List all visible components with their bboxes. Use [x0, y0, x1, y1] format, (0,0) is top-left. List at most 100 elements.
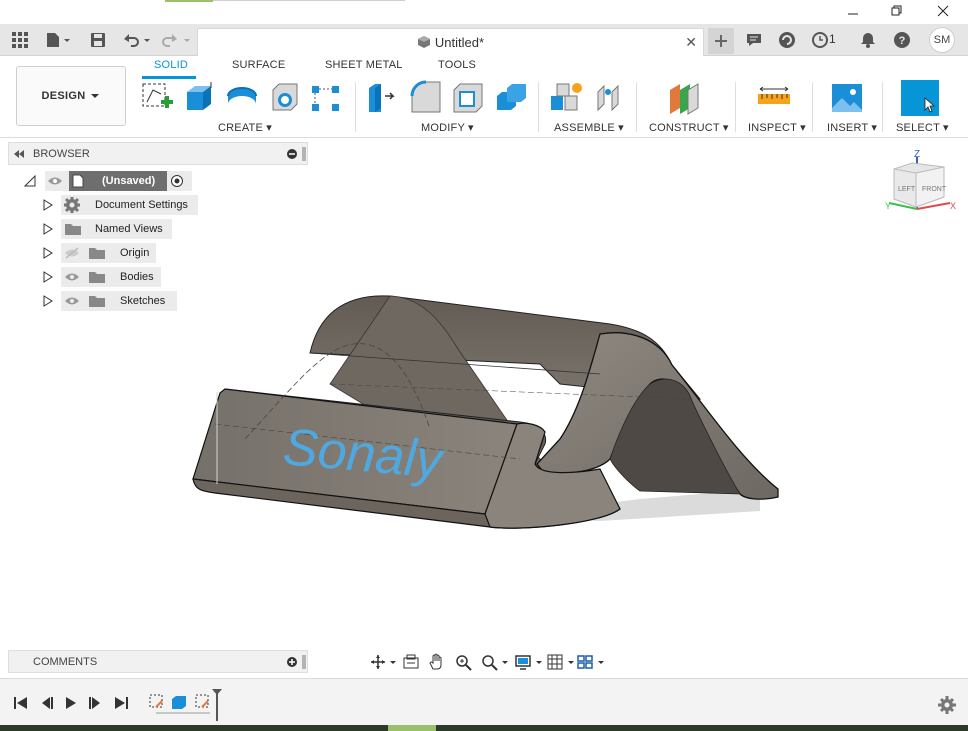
collapse-panel-icon[interactable]	[13, 149, 25, 159]
fit-zoom-icon[interactable]	[480, 653, 510, 671]
select-menu[interactable]: SELECT ▾	[896, 121, 949, 134]
collapse-triangle-icon[interactable]	[24, 175, 36, 187]
grid-settings-icon[interactable]	[546, 653, 576, 671]
display-settings-icon[interactable]	[514, 653, 544, 671]
sketch-feature-icon[interactable]	[149, 694, 163, 708]
browser-item-document-settings[interactable]: Document Settings	[40, 195, 200, 215]
minimize-panel-icon[interactable]	[286, 148, 298, 160]
job-status-icon[interactable]	[810, 30, 830, 50]
fillet-icon[interactable]	[408, 80, 444, 116]
expand-triangle-icon[interactable]	[42, 247, 54, 259]
tab-sheet-metal[interactable]: SHEET METAL	[325, 59, 403, 71]
sketch-feature-icon-2[interactable]	[195, 694, 209, 708]
extrude-icon[interactable]	[181, 80, 217, 116]
insert-menu[interactable]: INSERT ▾	[827, 121, 877, 134]
orbit-icon[interactable]	[368, 653, 398, 671]
document-title-text: Untitled*	[434, 35, 485, 50]
folder-icon	[89, 272, 105, 283]
hole-icon[interactable]	[267, 80, 303, 116]
extensions-icon[interactable]	[777, 30, 797, 50]
document-tab[interactable]: Untitled* ✕	[197, 28, 704, 56]
browser-item-sketches[interactable]: Sketches	[40, 291, 200, 311]
restore-icon[interactable]	[886, 2, 908, 20]
insert-menu-label: INSERT	[827, 122, 869, 134]
assemble-menu[interactable]: ASSEMBLE ▾	[554, 121, 624, 134]
joint-icon[interactable]	[592, 80, 628, 116]
play-icon[interactable]	[63, 696, 79, 710]
new-tab-button[interactable]	[708, 28, 734, 54]
data-panel-grid-icon[interactable]	[10, 30, 30, 50]
panel-resize-handle-icon[interactable]	[301, 655, 307, 669]
folder-icon	[89, 296, 105, 307]
notifications-bell-icon[interactable]	[858, 30, 878, 50]
expand-triangle-icon[interactable]	[42, 199, 54, 211]
workspace-label: DESIGN	[41, 90, 86, 102]
add-comment-icon[interactable]	[286, 656, 298, 668]
create-menu[interactable]: CREATE ▾	[218, 121, 272, 134]
insert-image-icon[interactable]	[830, 80, 866, 116]
user-initials: SM	[933, 34, 951, 46]
browser-item-origin[interactable]: Origin	[40, 243, 200, 263]
application-bar: Untitled* ✕ 1 ? SM	[0, 24, 968, 56]
minimize-icon[interactable]	[842, 2, 864, 20]
activate-radio-icon[interactable]	[170, 174, 184, 188]
timeline-settings-gear-icon[interactable]	[938, 696, 956, 714]
job-count: 1	[829, 32, 836, 46]
workspace-switcher-button[interactable]: DESIGN	[16, 66, 126, 126]
separator	[882, 82, 883, 132]
inspect-menu[interactable]: INSPECT ▾	[748, 121, 806, 134]
hidden-eye-icon[interactable]	[64, 247, 80, 259]
tab-tools[interactable]: TOOLS	[438, 59, 476, 71]
active-tab-indicator	[142, 76, 196, 79]
browser-root-item[interactable]: (Unsaved)	[22, 171, 202, 191]
look-at-icon[interactable]	[402, 653, 422, 671]
go-to-end-icon[interactable]	[113, 696, 129, 710]
view-cube[interactable]: Z Y X LEFT FRONT	[882, 147, 962, 217]
visibility-eye-icon[interactable]	[64, 295, 80, 307]
browser-item-named-views[interactable]: Named Views	[40, 219, 200, 239]
select-menu-label: SELECT	[896, 122, 940, 134]
expand-triangle-icon[interactable]	[42, 271, 54, 283]
new-component-icon[interactable]	[549, 80, 585, 116]
expand-triangle-icon[interactable]	[42, 223, 54, 235]
user-avatar[interactable]: SM	[929, 27, 955, 53]
press-pull-icon[interactable]	[365, 80, 401, 116]
view-cube-front-face: FRONT	[922, 186, 947, 193]
tab-surface[interactable]: SURFACE	[232, 59, 285, 71]
pattern-icon[interactable]	[309, 80, 345, 116]
create-menu-label: CREATE	[218, 122, 264, 134]
close-tab-icon[interactable]: ✕	[685, 34, 697, 51]
shell-icon[interactable]	[450, 80, 486, 116]
expand-triangle-icon[interactable]	[42, 295, 54, 307]
save-icon[interactable]	[88, 30, 108, 50]
extrude-feature-icon[interactable]	[172, 696, 186, 709]
pan-hand-icon[interactable]	[428, 653, 448, 671]
zoom-icon[interactable]	[454, 653, 474, 671]
combine-icon[interactable]	[493, 80, 529, 116]
visibility-eye-icon[interactable]	[47, 175, 63, 187]
file-menu-icon[interactable]	[44, 30, 72, 50]
comments-panel-icon[interactable]	[744, 30, 764, 50]
comments-panel-header[interactable]: COMMENTS	[8, 650, 308, 673]
visibility-eye-icon[interactable]	[64, 271, 80, 283]
offset-plane-icon[interactable]	[666, 80, 702, 116]
viewports-icon[interactable]	[576, 653, 606, 671]
browser-item-bodies[interactable]: Bodies	[40, 267, 200, 287]
close-window-icon[interactable]	[932, 2, 954, 20]
undo-icon[interactable]	[120, 30, 152, 50]
browser-panel-header[interactable]: BROWSER	[8, 142, 308, 165]
help-icon[interactable]: ?	[892, 30, 912, 50]
modify-menu[interactable]: MODIFY ▾	[421, 121, 474, 134]
go-to-start-icon[interactable]	[13, 696, 29, 710]
step-forward-icon[interactable]	[88, 696, 104, 710]
create-sketch-icon[interactable]	[139, 80, 175, 116]
measure-icon[interactable]	[756, 80, 792, 116]
redo-icon[interactable]	[160, 30, 192, 50]
panel-resize-handle-icon[interactable]	[301, 147, 307, 161]
select-tool-icon[interactable]	[901, 80, 939, 116]
revolve-icon[interactable]	[224, 80, 260, 116]
construct-menu[interactable]: CONSTRUCT ▾	[649, 121, 729, 134]
tab-solid[interactable]: SOLID	[154, 59, 188, 71]
step-back-icon[interactable]	[38, 696, 54, 710]
timeline-marker[interactable]	[212, 689, 222, 721]
